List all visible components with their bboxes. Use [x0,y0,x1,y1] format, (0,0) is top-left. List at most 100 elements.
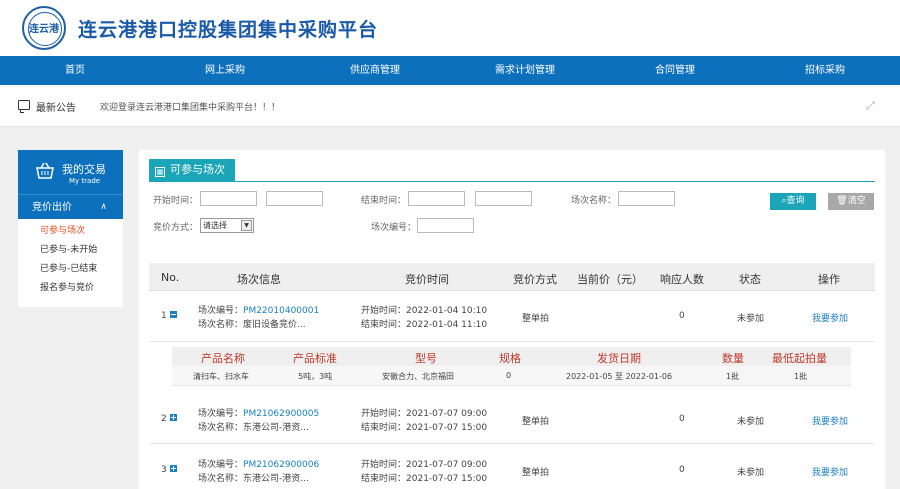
sidebar-header: 我的交易 My trade [18,150,123,194]
end-time-value: 2021-07-07 15:00 [406,423,488,433]
start-time: 开始时间：2022-01-04 10:10 [361,303,487,316]
row-no-value: 1 [161,311,167,321]
notice-text[interactable]: 欢迎登录连云港港口集团集中采购平台！！！ [100,100,280,113]
calendar-icon: ▦ [155,167,165,177]
table-header: No. 场次信息 竞价时间 竞价方式 当前价（元） 响应人数 状态 操作 [149,263,875,291]
col-status: 状态 [739,273,761,286]
session-code-link[interactable]: PM22010400001 [243,306,319,316]
table-row: 2 场次编号：PM21062900005 场次名称：东港公司-港资... 开始时… [149,394,875,444]
session-name-label: 场次名称： [198,423,244,433]
end-time-from-input[interactable] [408,191,465,206]
table-row: 1 场次编号：PM22010400001 场次名称：废旧设备竞价... 开始时间… [149,292,875,342]
search-button[interactable]: ⌕查询 [770,193,816,210]
session-code: 场次编号：PM22010400001 [198,303,319,316]
col-bid-time: 竞价时间 [405,273,449,286]
start-time: 开始时间：2021-07-07 09:00 [361,406,487,419]
start-time-value: 2022-01-04 10:10 [406,306,488,316]
session-no-input[interactable] [417,218,474,233]
response-count: 0 [679,414,685,424]
notice-label: 最新公告 [36,103,76,114]
sidebar-section-label: 竞价出价 [32,202,72,213]
basket-icon [35,162,55,180]
col-spec: 规格 [499,352,521,365]
sidebar-item-available-sessions[interactable]: 可参与场次 [18,222,123,241]
sidebar-subtitle: My trade [69,177,101,185]
end-time-value: 2021-07-07 15:00 [406,474,488,484]
search-button-label: 查询 [786,196,805,206]
join-button[interactable]: 我要参加 [812,465,848,478]
logo-text: 连云港 [29,24,59,35]
trash-icon: 🗑 [836,196,848,206]
sidebar-item-joined-not-started[interactable]: 已参与-未开始 [18,241,123,260]
nav-item-tender[interactable]: 招标采购 [750,56,900,85]
col-quantity: 数量 [722,352,744,365]
end-time: 结束时间：2022-01-04 11:10 [361,317,487,330]
row-no: 1 [161,311,177,321]
nav-item-supplier[interactable]: 供应商管理 [300,56,450,85]
product-quantity: 1批 [726,372,740,381]
sidebar: 我的交易 My trade 竞价出价 ∧ 可参与场次 已参与-未开始 已参与-已… [18,150,123,307]
clear-button[interactable]: 🗑清空 [828,193,874,210]
join-button[interactable]: 我要参加 [812,311,848,324]
session-name-value: 东港公司-港资... [243,423,309,433]
end-time-to-input[interactable] [475,191,532,206]
session-name-label: 场次名称： [198,474,244,484]
expand-icon[interactable]: ⤢ [866,99,875,113]
session-code-link[interactable]: PM21062900006 [243,460,319,470]
session-code-label: 场次编号： [198,409,244,419]
start-time-value: 2021-07-07 09:00 [406,460,488,470]
product-detail-header: 产品名称 产品标准 型号 规格 发货日期 数量 最低起拍量 [172,347,851,366]
col-ship-date: 发货日期 [597,352,641,365]
collapse-icon[interactable] [169,311,177,318]
session-name: 场次名称：废旧设备竞价... [198,317,306,330]
bid-method: 整单拍 [522,417,550,427]
sidebar-item-register-bidding[interactable]: 报名参与竞价 [18,279,123,298]
status-badge: 未参加 [737,468,765,478]
end-time-label: 结束时间： [361,423,407,433]
start-time-value: 2021-07-07 09:00 [406,409,488,419]
start-time-label: 开始时间： [361,460,407,470]
product-detail-row: 清扫车、扫水车 5吨，3吨 安徽合力、北京福田 0 2022-01-05 至 2… [172,366,851,386]
session-name: 场次名称：东港公司-港资... [198,420,309,433]
join-button[interactable]: 我要参加 [812,414,848,427]
start-time-to-input[interactable] [266,191,323,206]
response-count: 0 [679,311,685,321]
col-model: 型号 [415,352,437,365]
nav-item-online-purchase[interactable]: 网上采购 [150,56,300,85]
nav-item-contract[interactable]: 合同管理 [600,56,750,85]
status-badge: 未参加 [737,314,765,324]
chevron-down-icon: ▼ [241,220,252,231]
logo[interactable]: 连云港 [22,6,66,50]
expand-row-icon[interactable] [169,465,177,472]
sidebar-section-bidding[interactable]: 竞价出价 ∧ [18,194,123,219]
start-time-from-input[interactable] [200,191,257,206]
bid-method: 整单拍 [522,314,550,324]
tab-label: 可参与场次 [170,163,225,176]
session-name-label: 场次名称： [198,320,244,330]
start-time-label: 开始时间： [361,306,407,316]
site-title: 连云港港口控股集团集中采购平台 [78,19,379,41]
session-name-value: 东港公司-港资... [243,474,309,484]
start-time-label: 开始时间： [153,196,199,206]
col-responses: 响应人数 [660,273,704,286]
bid-method: 整单拍 [522,468,550,478]
session-code-label: 场次编号： [198,460,244,470]
method-select[interactable]: 请选择 ▼ [200,218,254,233]
nav-item-home[interactable]: 首页 [0,56,150,85]
col-product-standard: 产品标准 [293,352,337,365]
start-time: 开始时间：2021-07-07 09:00 [361,457,487,470]
tab-available-sessions[interactable]: ▦ 可参与场次 [149,159,235,181]
sidebar-item-joined-ended[interactable]: 已参与-已结束 [18,260,123,279]
nav-item-demand-plan[interactable]: 需求计划管理 [450,56,600,85]
product-model: 安徽合力、北京福田 [382,372,454,381]
session-name: 场次名称：东港公司-港资... [198,471,309,484]
session-name-input[interactable] [618,191,675,206]
start-time-label: 开始时间： [361,409,407,419]
chevron-up-icon: ∧ [100,202,107,212]
session-code-link[interactable]: PM21062900005 [243,409,319,419]
method-select-value: 请选择 [203,221,227,230]
end-time: 结束时间：2021-07-07 15:00 [361,471,487,484]
expand-row-icon[interactable] [169,414,177,421]
session-no-label: 场次编号： [371,223,417,233]
announcement-icon [18,100,30,113]
